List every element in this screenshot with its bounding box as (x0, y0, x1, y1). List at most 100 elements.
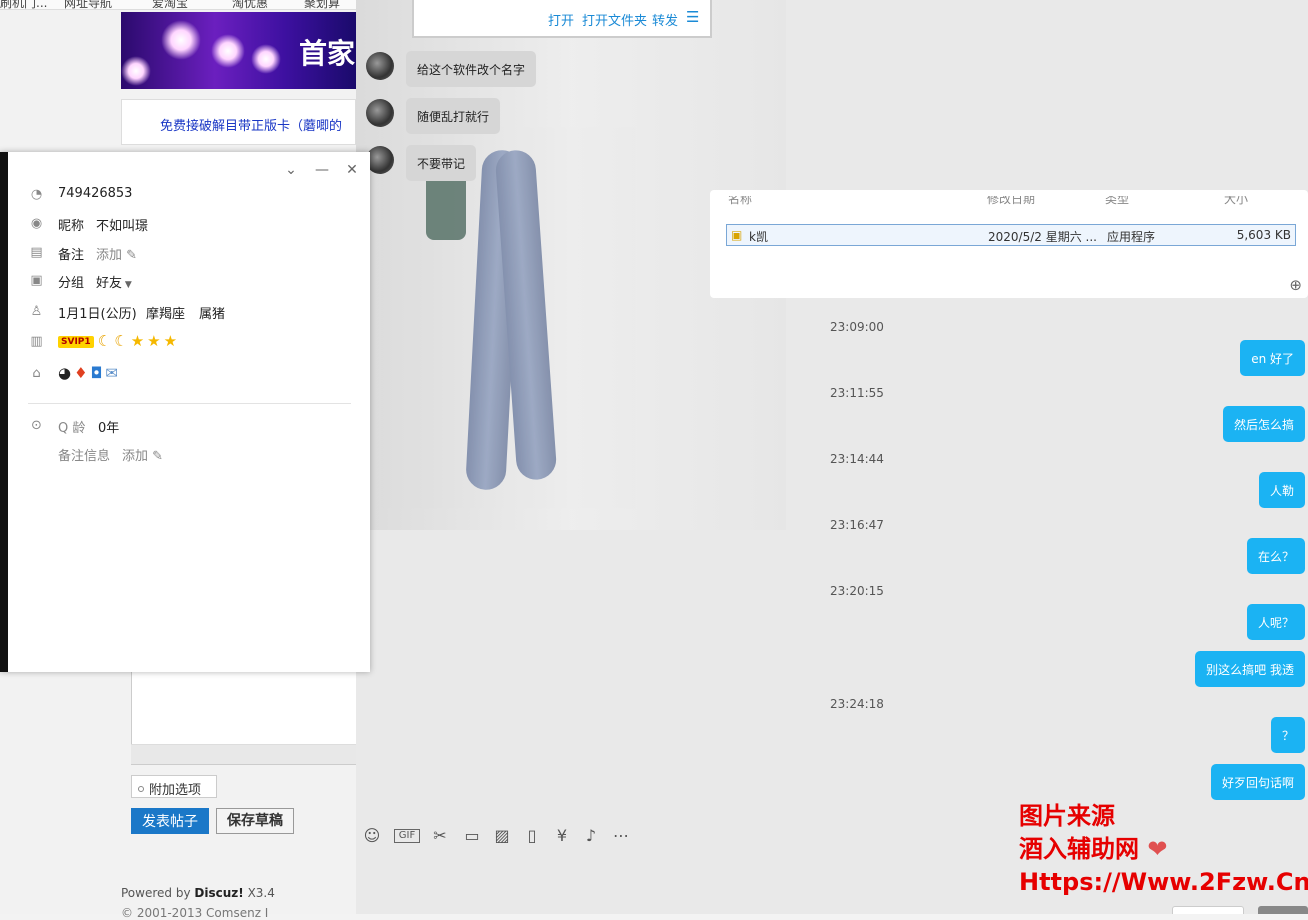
folder-icon[interactable]: ▭ (462, 826, 482, 846)
qq-number: 749426853 (58, 186, 133, 201)
send-button[interactable] (1258, 906, 1308, 914)
powered-version: X3.4 (247, 886, 275, 900)
more-icon[interactable]: ⋯ (611, 826, 631, 846)
banner-text: 首家 (299, 37, 356, 70)
extra-options-label: 附加选项 (149, 783, 202, 798)
profile-background-strip (0, 152, 8, 672)
radio-icon (138, 786, 144, 792)
message-incoming: 随便乱打就行 (406, 98, 501, 134)
column-date: 修改日期 (987, 196, 1036, 206)
bookmark-item[interactable]: 爱淘宝 (152, 0, 188, 9)
red-packet-icon[interactable]: ¥ (552, 826, 572, 846)
forward-link[interactable]: 转发 (652, 10, 678, 29)
camera-icon[interactable]: ◘ (91, 364, 103, 382)
more-circle-icon: ⊙ (31, 418, 42, 433)
file-row[interactable]: ▣ k凯 2020/5/2 星期六 ... 应用程序 5,603 KB (726, 224, 1296, 246)
exe-file-icon: ▣ (731, 228, 743, 242)
divider (28, 403, 351, 404)
menu-icon[interactable]: ☰ (686, 8, 699, 26)
qq-penguin-icon[interactable]: ◕ (58, 364, 71, 382)
gif-icon[interactable]: GIF (394, 829, 420, 843)
star-icon: ★ (147, 332, 161, 350)
zodiac: 属猪 (199, 307, 226, 322)
moon-icon: ☾ (114, 332, 128, 350)
timestamp: 23:16:47 (830, 518, 884, 532)
powered-by: Powered by Discuz! X3.4 (121, 886, 275, 900)
group-icon: ▣ (30, 273, 43, 288)
timestamp: 23:20:15 (830, 584, 884, 598)
image-icon[interactable]: ▨ (492, 826, 512, 846)
powered-brand[interactable]: Discuz! (194, 886, 243, 900)
post-submit-button[interactable]: 发表帖子 (131, 808, 209, 834)
open-folder-link[interactable]: 打开文件夹 (582, 10, 647, 29)
save-draft-button[interactable]: 保存草稿 (216, 808, 294, 834)
shake-icon[interactable]: ▯ (522, 826, 542, 846)
file-type: 应用程序 (1107, 230, 1156, 244)
music-icon[interactable]: ♪ (581, 826, 601, 846)
bookmark-item[interactable]: 网址导航 (64, 0, 112, 9)
bookmark-item[interactable]: 刷机门... (0, 0, 47, 9)
emoji-icon[interactable]: ☺ (362, 826, 382, 846)
timestamp: 23:14:44 (830, 452, 884, 466)
column-type: 类型 (1105, 196, 1130, 206)
message-incoming: 给这个软件改个名字 (406, 51, 537, 87)
open-link[interactable]: 打开 (548, 10, 574, 29)
bookmark-item[interactable]: 淘优惠 (232, 0, 268, 9)
watermark-line: 图片来源 (1019, 802, 1115, 830)
remark-info-add-link[interactable]: 添加 ✎ (122, 445, 163, 464)
timestamp: 23:24:18 (830, 697, 884, 711)
badge-icon: ⌂ (32, 366, 41, 381)
file-preview[interactable]: 名称 修改日期 类型 大小 ▣ k凯 2020/5/2 星期六 ... 应用程序… (710, 190, 1308, 298)
watermark-line: 酒入辅助网 ❤ (1019, 835, 1168, 863)
message-outgoing: 然后怎么搞 (1222, 406, 1305, 442)
extra-options-button[interactable]: 附加选项 (131, 775, 217, 798)
scissors-icon[interactable]: ✂ (430, 826, 450, 846)
powered-prefix: Powered by (121, 886, 191, 900)
editor-resize-bar[interactable] (131, 744, 356, 764)
chat-window: 打开 打开文件夹 转发 ☰ 给这个软件改个名字 随便乱打就行 不要带记 名称 修… (356, 0, 1308, 914)
watermark-line: Https://Www.2Fzw.Cn (1019, 868, 1308, 896)
zoom-icon[interactable]: ⊕ (1289, 276, 1302, 294)
watermark: 图片来源 酒入辅助网 ❤ Https://Www.2Fzw.Cn (1019, 800, 1308, 899)
star-icon: ★ (163, 332, 178, 350)
chevron-down-icon[interactable]: ⌄ (283, 162, 299, 178)
minimize-icon[interactable]: — (314, 162, 330, 178)
avatar[interactable] (366, 52, 394, 80)
remark-label: 备注 (58, 248, 85, 263)
close-icon[interactable]: ✕ (344, 162, 360, 178)
message-outgoing: 人勒 (1258, 472, 1305, 508)
pencil-icon: ✎ (126, 248, 138, 263)
file-card-top: 打开 打开文件夹 转发 ☰ (412, 0, 712, 38)
nickname-value: 不如叫璟 (96, 219, 149, 234)
column-name: 名称 (728, 196, 753, 206)
birthday: 1月1日(公历) (58, 307, 137, 322)
avatar[interactable] (366, 99, 394, 127)
avatar[interactable] (366, 146, 394, 174)
svip-badge[interactable]: SVIP1 (58, 336, 94, 348)
gift-icon[interactable]: ♦ (74, 364, 87, 382)
message-outgoing: 在么？ (1246, 538, 1305, 574)
level-badges[interactable]: SVIP1 ☾ ☾ ★ ★ ★ (58, 332, 180, 350)
close-button[interactable] (1172, 906, 1244, 914)
person-icon: ♙ (30, 304, 43, 319)
message-outgoing: ？ (1270, 717, 1305, 753)
qage-label: Q 龄 (58, 421, 86, 436)
remark-add-link[interactable]: 添加 ✎ (96, 244, 137, 263)
caret-down-icon: ▼ (122, 280, 132, 290)
mail-icon[interactable]: ✉ (105, 364, 118, 382)
bookmark-item[interactable]: 聚划算 (304, 0, 340, 9)
profile-card: ⌄ — ✕ ◔ 749426853 ◉ 昵称 不如叫璟 ▤ 备注 添加 ✎ ▣ … (0, 152, 370, 672)
moon-icon: ☾ (97, 332, 112, 350)
group-dropdown[interactable]: 好友 ▼ (96, 272, 132, 291)
file-table-header: 名称 修改日期 类型 大小 (710, 196, 1308, 210)
forum-notice-link[interactable]: 免费接破解目带正版卡（蘑唧的 (121, 99, 356, 145)
message-outgoing: en 好了 (1240, 340, 1305, 376)
bookmarks-bar: 刷机门... 网址导航 爱淘宝 淘优惠 聚划算 (0, 0, 356, 10)
message-incoming: 不要带记 (406, 145, 477, 181)
nickname-label: 昵称 (58, 219, 85, 234)
timestamp: 23:09:00 (830, 320, 884, 334)
forum-banner[interactable]: 首家 (121, 12, 356, 89)
copyright: © 2001-2013 Comsenz I (121, 906, 269, 920)
message-outgoing: 好歹回句话啊 (1210, 764, 1305, 800)
star-icon: ★ (130, 332, 145, 350)
